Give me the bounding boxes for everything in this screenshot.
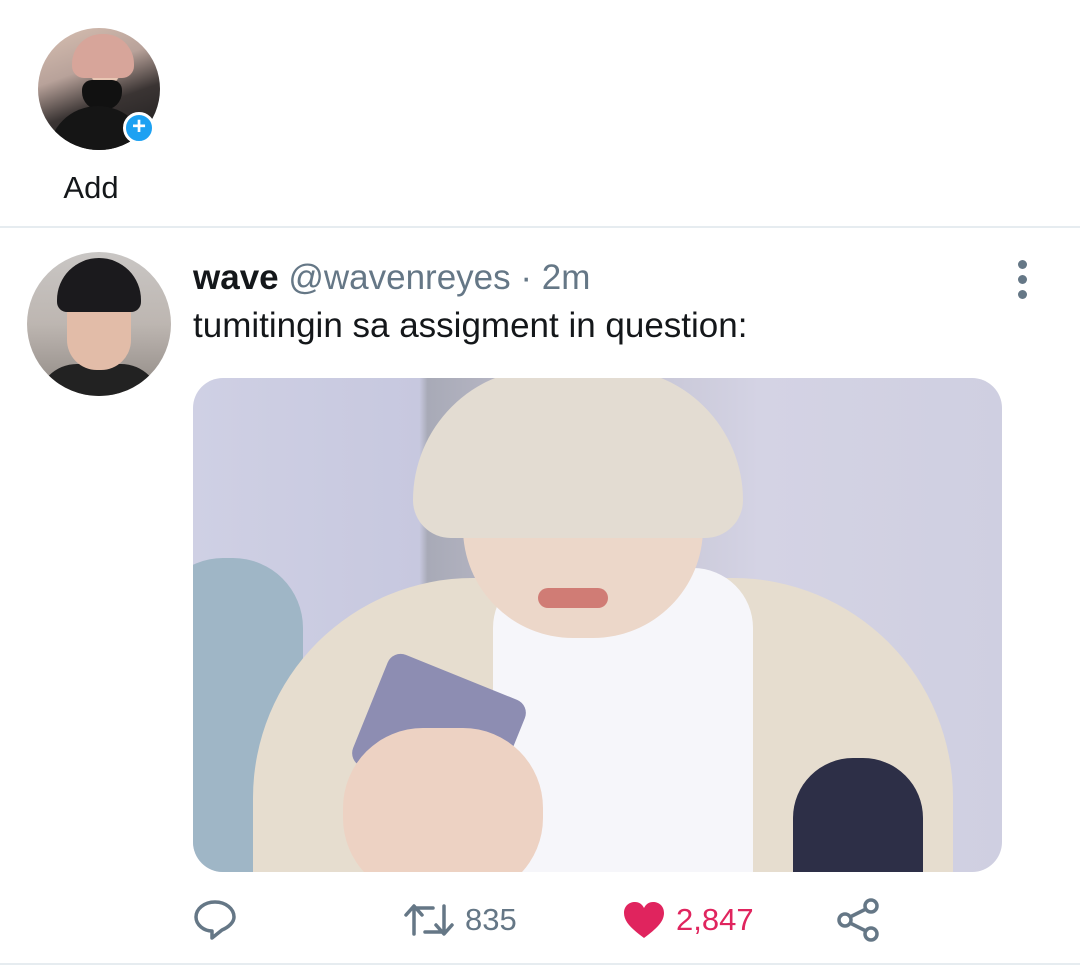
retweet-button[interactable]: 835 — [403, 895, 517, 945]
media-hair — [413, 378, 743, 538]
tweet-text: tumitingin sa assigment in question: — [193, 306, 748, 345]
heart-icon — [624, 902, 664, 938]
tweet-timestamp[interactable]: 2m — [542, 258, 591, 297]
tweet-actions: 835 2,847 — [0, 895, 1080, 945]
separator-dot: · — [520, 258, 533, 297]
more-options-icon[interactable] — [1010, 260, 1034, 320]
add-fleet-label: Add — [63, 170, 119, 205]
tweet-media-image[interactable] — [193, 378, 1002, 872]
author-display-name[interactable]: wave — [193, 258, 279, 297]
author-handle[interactable]: @wavenreyes — [288, 258, 510, 297]
avatar-hair — [72, 34, 134, 78]
media-hand — [343, 728, 543, 872]
reply-icon — [194, 900, 236, 940]
share-button[interactable] — [835, 895, 881, 945]
dot-2 — [1017, 275, 1027, 284]
tweet[interactable]: wave @wavenreyes · 2m tumitingin sa assi… — [0, 230, 1080, 965]
media-lips — [538, 588, 608, 608]
reply-button[interactable] — [192, 895, 248, 945]
share-icon — [837, 898, 879, 942]
tweet-author-avatar[interactable] — [27, 252, 171, 396]
dot-3 — [1017, 290, 1027, 299]
dot-1 — [1017, 260, 1027, 269]
media-penguin-print — [793, 758, 923, 872]
fleets-bar: + Add — [0, 0, 1080, 228]
retweet-count: 835 — [465, 902, 517, 937]
plus-icon[interactable]: + — [123, 112, 155, 144]
avatar-hair — [57, 258, 141, 312]
tweet-header: wave @wavenreyes · 2m — [193, 258, 590, 298]
like-count: 2,847 — [676, 902, 754, 937]
like-button[interactable]: 2,847 — [622, 895, 754, 945]
retweet-icon — [404, 904, 454, 936]
